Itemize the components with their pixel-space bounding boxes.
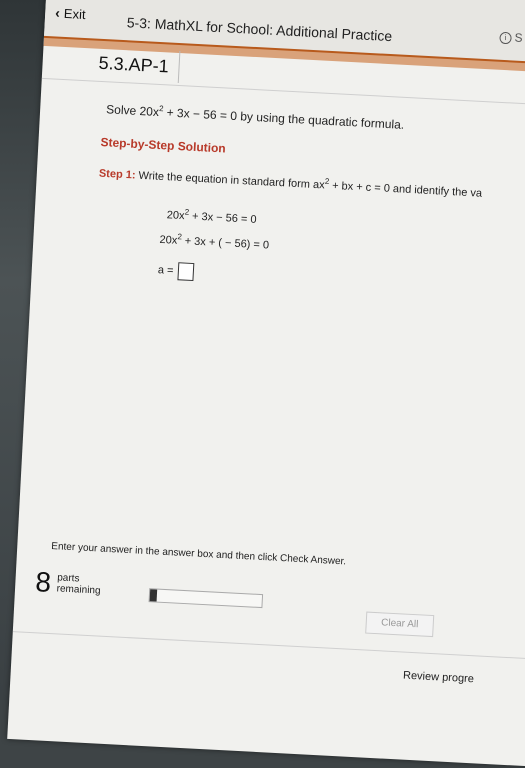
eq1-b: + 3x − 56 = 0 [188,210,257,226]
screen: ‹ Exit 5-3: MathXL for School: Additiona… [7,0,525,768]
answer-input[interactable] [177,262,194,282]
eq2-a: 20x [159,233,178,247]
parts-line2: remaining [56,583,101,597]
footer-divider [12,631,525,662]
clear-all-button[interactable]: Clear All [365,611,435,638]
problem-statement: Solve 20x2 + 3x − 56 = 0 by using the qu… [106,101,405,132]
statement-suffix: + 3x − 56 = 0 by using the quadratic for… [162,105,405,132]
exit-button[interactable]: ‹ Exit [55,4,86,22]
step1-instruction: Step 1: Write the equation in standard f… [99,165,483,200]
review-progress-link[interactable]: Review progre [403,670,474,686]
eq2-b: + 3x + ( − 56) = 0 [181,235,270,252]
parts-count: 8 [34,566,52,598]
step1-label: Step 1: [98,167,136,182]
step-by-step-heading: Step-by-Step Solution [100,135,227,156]
parts-remaining: 8 parts remaining [34,566,102,599]
progress-fill [149,589,157,602]
chevron-left-icon: ‹ [54,4,61,21]
equation-line-2: 20x2 + 3x + ( − 56) = 0 [159,231,269,251]
answer-label: a = [157,264,174,277]
step1-text-a: Write the equation in standard form ax [138,169,325,192]
problem-id: 5.3.AP-1 [97,46,181,84]
statement-prefix: Solve 20x [105,102,160,120]
step1-text-b: + bx + c = 0 and identify the va [328,179,483,200]
eq1-a: 20x [166,209,185,223]
parts-text: parts remaining [56,572,101,596]
info-icon[interactable]: i [499,31,512,45]
progress-bar [148,588,264,609]
answer-row: a = [157,261,194,282]
topright-label: S [514,30,523,45]
instruction-text: Enter your answer in the answer box and … [51,540,347,568]
exit-label: Exit [63,5,86,22]
equation-line-1: 20x2 + 3x − 56 = 0 [166,207,256,226]
assignment-title: 5-3: MathXL for School: Additional Pract… [126,14,393,45]
